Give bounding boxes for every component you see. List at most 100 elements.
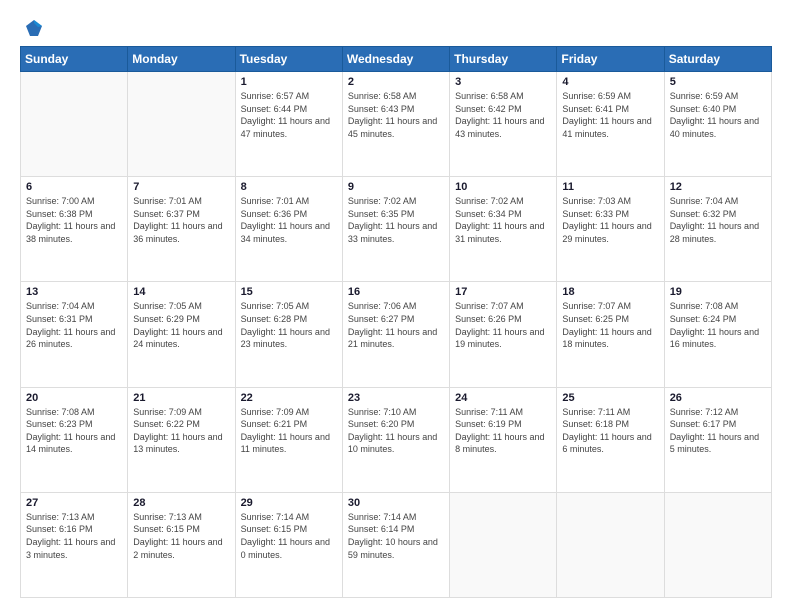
day-info: Sunrise: 6:59 AM Sunset: 6:41 PM Dayligh… [562,90,658,140]
day-number: 6 [26,181,122,193]
day-info: Sunrise: 7:14 AM Sunset: 6:15 PM Dayligh… [241,511,337,561]
day-number: 8 [241,181,337,193]
calendar-cell: 3 Sunrise: 6:58 AM Sunset: 6:42 PM Daylig… [450,72,557,177]
day-info: Sunrise: 7:09 AM Sunset: 6:21 PM Dayligh… [241,406,337,456]
day-number: 16 [348,286,444,298]
calendar-cell: 1 Sunrise: 6:57 AM Sunset: 6:44 PM Daylig… [235,72,342,177]
calendar-cell [21,72,128,177]
calendar-cell [450,492,557,597]
day-info: Sunrise: 7:14 AM Sunset: 6:14 PM Dayligh… [348,511,444,561]
weekday-header-friday: Friday [557,47,664,72]
day-info: Sunrise: 7:02 AM Sunset: 6:35 PM Dayligh… [348,195,444,245]
calendar-cell: 20Sunrise: 7:08 AM Sunset: 6:23 PM Dayli… [21,387,128,492]
calendar-cell: 24 Sunrise: 7:11 AM Sunset: 6:19 PM Dayli… [450,387,557,492]
day-number: 18 [562,286,658,298]
calendar-table: SundayMondayTuesdayWednesdayThursdayFrid… [20,46,772,598]
day-number: 15 [241,286,337,298]
calendar-cell: 29 Sunrise: 7:14 AM Sunset: 6:15 PM Dayli… [235,492,342,597]
calendar-cell: 22 Sunrise: 7:09 AM Sunset: 6:21 PM Dayli… [235,387,342,492]
calendar-cell: 8 Sunrise: 7:01 AM Sunset: 6:36 PM Daylig… [235,177,342,282]
weekday-header-thursday: Thursday [450,47,557,72]
calendar-cell: 18 Sunrise: 7:07 AM Sunset: 6:25 PM Dayli… [557,282,664,387]
weekday-header-tuesday: Tuesday [235,47,342,72]
day-number: 2 [348,76,444,88]
calendar-cell: 11Sunrise: 7:03 AM Sunset: 6:33 PM Dayli… [557,177,664,282]
calendar-cell: 13 Sunrise: 7:04 AM Sunset: 6:31 PM Dayli… [21,282,128,387]
day-number: 29 [241,497,337,509]
calendar-cell: 4Sunrise: 6:59 AM Sunset: 6:41 PM Daylig… [557,72,664,177]
logo [20,18,44,38]
calendar-cell: 2 Sunrise: 6:58 AM Sunset: 6:43 PM Daylig… [342,72,449,177]
calendar-cell: 28 Sunrise: 7:13 AM Sunset: 6:15 PM Dayli… [128,492,235,597]
calendar-cell: 10 Sunrise: 7:02 AM Sunset: 6:34 PM Dayli… [450,177,557,282]
day-info: Sunrise: 7:03 AM Sunset: 6:33 PM Dayligh… [562,195,658,245]
calendar-week-3: 13 Sunrise: 7:04 AM Sunset: 6:31 PM Dayli… [21,282,772,387]
calendar-cell: 6 Sunrise: 7:00 AM Sunset: 6:38 PM Daylig… [21,177,128,282]
day-info: Sunrise: 7:12 AM Sunset: 6:17 PM Dayligh… [670,406,766,456]
day-number: 14 [133,286,229,298]
day-info: Sunrise: 7:07 AM Sunset: 6:26 PM Dayligh… [455,300,551,350]
day-number: 12 [670,181,766,193]
day-info: Sunrise: 7:11 AM Sunset: 6:19 PM Dayligh… [455,406,551,456]
day-info: Sunrise: 7:00 AM Sunset: 6:38 PM Dayligh… [26,195,122,245]
weekday-header-sunday: Sunday [21,47,128,72]
day-info: Sunrise: 7:04 AM Sunset: 6:31 PM Dayligh… [26,300,122,350]
day-number: 28 [133,497,229,509]
calendar-cell: 7 Sunrise: 7:01 AM Sunset: 6:37 PM Daylig… [128,177,235,282]
day-number: 1 [241,76,337,88]
day-number: 9 [348,181,444,193]
calendar-cell: 15 Sunrise: 7:05 AM Sunset: 6:28 PM Dayli… [235,282,342,387]
day-number: 22 [241,392,337,404]
weekday-header-monday: Monday [128,47,235,72]
day-number: 19 [670,286,766,298]
calendar-body: 1 Sunrise: 6:57 AM Sunset: 6:44 PM Daylig… [21,72,772,598]
day-info: Sunrise: 6:58 AM Sunset: 6:42 PM Dayligh… [455,90,551,140]
day-info: Sunrise: 7:13 AM Sunset: 6:15 PM Dayligh… [133,511,229,561]
day-number: 23 [348,392,444,404]
day-number: 26 [670,392,766,404]
weekday-header-row: SundayMondayTuesdayWednesdayThursdayFrid… [21,47,772,72]
calendar-cell: 9 Sunrise: 7:02 AM Sunset: 6:35 PM Daylig… [342,177,449,282]
calendar-cell: 19 Sunrise: 7:08 AM Sunset: 6:24 PM Dayli… [664,282,771,387]
day-info: Sunrise: 7:01 AM Sunset: 6:36 PM Dayligh… [241,195,337,245]
calendar-week-5: 27 Sunrise: 7:13 AM Sunset: 6:16 PM Dayli… [21,492,772,597]
calendar-cell [128,72,235,177]
calendar-cell: 12Sunrise: 7:04 AM Sunset: 6:32 PM Dayli… [664,177,771,282]
day-info: Sunrise: 7:05 AM Sunset: 6:29 PM Dayligh… [133,300,229,350]
calendar-week-4: 20Sunrise: 7:08 AM Sunset: 6:23 PM Dayli… [21,387,772,492]
calendar-header: SundayMondayTuesdayWednesdayThursdayFrid… [21,47,772,72]
calendar-cell: 16 Sunrise: 7:06 AM Sunset: 6:27 PM Dayli… [342,282,449,387]
day-info: Sunrise: 7:05 AM Sunset: 6:28 PM Dayligh… [241,300,337,350]
day-info: Sunrise: 7:13 AM Sunset: 6:16 PM Dayligh… [26,511,122,561]
calendar-cell: 30Sunrise: 7:14 AM Sunset: 6:14 PM Dayli… [342,492,449,597]
day-info: Sunrise: 6:57 AM Sunset: 6:44 PM Dayligh… [241,90,337,140]
day-info: Sunrise: 6:58 AM Sunset: 6:43 PM Dayligh… [348,90,444,140]
day-info: Sunrise: 7:11 AM Sunset: 6:18 PM Dayligh… [562,406,658,456]
day-number: 25 [562,392,658,404]
day-info: Sunrise: 7:01 AM Sunset: 6:37 PM Dayligh… [133,195,229,245]
calendar-week-1: 1 Sunrise: 6:57 AM Sunset: 6:44 PM Daylig… [21,72,772,177]
day-number: 3 [455,76,551,88]
weekday-header-saturday: Saturday [664,47,771,72]
day-info: Sunrise: 7:07 AM Sunset: 6:25 PM Dayligh… [562,300,658,350]
calendar-cell: 25 Sunrise: 7:11 AM Sunset: 6:18 PM Dayli… [557,387,664,492]
page: SundayMondayTuesdayWednesdayThursdayFrid… [0,0,792,612]
day-number: 10 [455,181,551,193]
day-number: 24 [455,392,551,404]
day-number: 13 [26,286,122,298]
calendar-cell: 14 Sunrise: 7:05 AM Sunset: 6:29 PM Dayli… [128,282,235,387]
day-number: 27 [26,497,122,509]
day-number: 17 [455,286,551,298]
day-number: 5 [670,76,766,88]
calendar-cell: 23Sunrise: 7:10 AM Sunset: 6:20 PM Dayli… [342,387,449,492]
day-info: Sunrise: 7:02 AM Sunset: 6:34 PM Dayligh… [455,195,551,245]
calendar-cell: 5 Sunrise: 6:59 AM Sunset: 6:40 PM Daylig… [664,72,771,177]
day-info: Sunrise: 6:59 AM Sunset: 6:40 PM Dayligh… [670,90,766,140]
calendar-week-2: 6 Sunrise: 7:00 AM Sunset: 6:38 PM Daylig… [21,177,772,282]
day-number: 7 [133,181,229,193]
day-number: 21 [133,392,229,404]
day-info: Sunrise: 7:06 AM Sunset: 6:27 PM Dayligh… [348,300,444,350]
calendar-cell [664,492,771,597]
day-info: Sunrise: 7:08 AM Sunset: 6:24 PM Dayligh… [670,300,766,350]
calendar-cell: 27 Sunrise: 7:13 AM Sunset: 6:16 PM Dayli… [21,492,128,597]
